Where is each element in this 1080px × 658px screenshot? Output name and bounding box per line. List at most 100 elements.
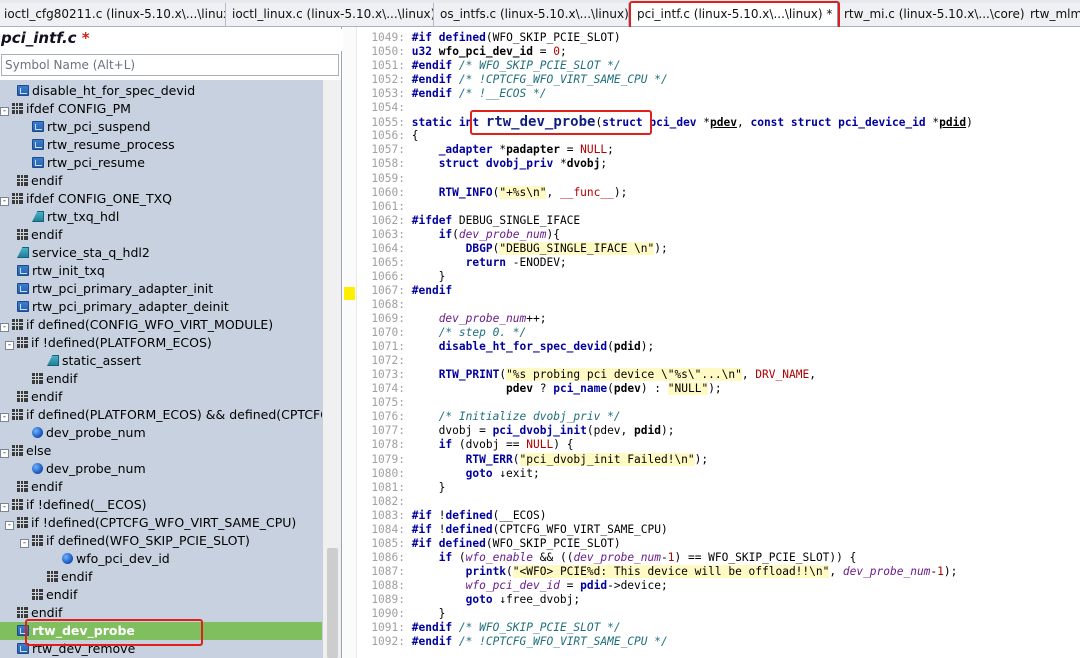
variable-icon (32, 463, 43, 474)
code-text: { (405, 129, 419, 143)
ifdef-icon (32, 373, 43, 384)
tree-item[interactable]: rtw_dev_probe (0, 622, 322, 640)
tab-os-intfs[interactable]: os_intfs.c (linux-5.10.x\...\linux) (434, 3, 629, 26)
tab-ioctl-linux[interactable]: ioctl_linux.c (linux-5.10.x\...\linux) (226, 3, 434, 26)
tree-item[interactable]: endif (0, 172, 322, 190)
line-number: 1064: (371, 241, 405, 255)
tree-item-label: rtw_dev_probe (32, 623, 135, 638)
tree-item[interactable]: static_assert (0, 352, 322, 370)
line-number: 1049: (371, 31, 405, 44)
line-number: 1051: (371, 59, 405, 73)
code-line: 1066: } (359, 270, 445, 284)
collapse-toggle-icon[interactable]: - (0, 323, 9, 332)
line-number: 1076: (371, 410, 405, 424)
tree-item[interactable]: - if defined(PLATFORM_ECOS) && defined(CP… (0, 406, 322, 424)
tree-item[interactable]: endif (0, 478, 322, 496)
tree-item[interactable]: disable_ht_for_spec_devid (0, 82, 322, 100)
collapse-toggle-icon[interactable]: - (20, 539, 29, 548)
tree-item[interactable]: dev_probe_num (0, 424, 322, 442)
tree-item[interactable]: rtw_pci_resume (0, 154, 322, 172)
tree-item[interactable]: - if !defined(__ECOS) (0, 496, 322, 514)
tree-item-label: ifdef CONFIG_PM (26, 101, 131, 116)
tree-item[interactable]: rtw_txq_hdl (0, 208, 322, 226)
code-text: goto ↓exit; (465, 466, 540, 480)
function-icon (32, 139, 44, 150)
code-line: 1056: { (359, 129, 418, 143)
tree-item[interactable]: rtw_pci_primary_adapter_deinit (0, 298, 322, 316)
tab-ioctl-cfg80211[interactable]: ioctl_cfg80211.c (linux-5.10.x\...\linux… (0, 3, 226, 26)
tree-item[interactable]: rtw_pci_suspend (0, 118, 322, 136)
line-number: 1092: (371, 635, 405, 649)
tree-item-label: rtw_dev_remove (32, 641, 136, 656)
tree-item[interactable]: rtw_resume_process (0, 136, 322, 154)
code-text: #if defined(WFO_SKIP_PCIE_SLOT) (411, 536, 621, 550)
collapse-toggle-icon[interactable]: - (0, 449, 9, 458)
tree-scrollbar[interactable] (322, 80, 341, 658)
tree-item[interactable]: service_sta_q_hdl2 (0, 244, 322, 262)
tree-item[interactable]: - if !defined(PLATFORM_ECOS) (0, 334, 322, 352)
tree-item[interactable]: endif (0, 388, 322, 406)
code-line: 1061: (359, 200, 412, 214)
code-line: 1051: #endif /* WFO_SKIP_PCIE_SLOT */ (359, 59, 621, 73)
tree-item[interactable]: - if defined(WFO_SKIP_PCIE_SLOT) (0, 532, 322, 550)
collapse-toggle-icon[interactable]: - (0, 503, 9, 512)
line-number: 1087: (371, 564, 405, 578)
tree-item-label: endif (31, 173, 63, 188)
line-number: 1056: (371, 129, 405, 143)
tab-rtw-mlme[interactable]: rtw_mlme.c (1024, 3, 1080, 26)
tree-item[interactable]: rtw_init_txq (0, 262, 322, 280)
code-line: 1060: RTW_INFO("+%s\n", __func__); (359, 185, 627, 200)
tree-item[interactable]: endif (0, 586, 322, 604)
ifdef-icon (12, 409, 23, 420)
code-editor[interactable]: 1049: #if defined(WFO_SKIP_PCIE_SLOT) 105… (343, 27, 1080, 658)
type-icon (32, 211, 44, 222)
collapse-toggle-icon[interactable]: - (0, 413, 9, 422)
tree-item[interactable]: - if defined(CONFIG_WFO_VIRT_MODULE) (0, 316, 322, 334)
code-text: } (405, 269, 446, 283)
line-number: 1066: (371, 269, 405, 283)
line-number: 1088: (371, 578, 405, 592)
function-icon (17, 625, 29, 636)
tree-item[interactable]: endif (0, 370, 322, 388)
tree-item[interactable]: wfo_pci_dev_id (0, 550, 322, 568)
scroll-thumb[interactable] (327, 548, 338, 658)
ifdef-icon (12, 319, 23, 330)
collapse-toggle-icon[interactable]: - (5, 341, 14, 350)
code-text: #endif /* WFO_SKIP_PCIE_SLOT */ (411, 59, 621, 73)
tree-item[interactable]: - else (0, 442, 322, 460)
line-number: 1090: (371, 607, 405, 621)
tree-item[interactable]: - ifdef CONFIG_ONE_TXQ (0, 190, 322, 208)
line-number: 1053: (371, 87, 405, 101)
tree-item[interactable]: rtw_dev_remove (0, 640, 322, 658)
file-title: pci_intf.c * (0, 29, 342, 51)
code-line: 1059: (359, 172, 412, 186)
tree-item[interactable]: endif (0, 226, 322, 244)
code-line: 1090: } (359, 607, 445, 621)
tree-item[interactable]: endif (0, 604, 322, 622)
line-number: 1067: (371, 283, 405, 297)
collapse-toggle-icon[interactable]: - (0, 197, 9, 206)
tree-item[interactable]: endif (0, 568, 322, 586)
code-line: 1080: goto ↓exit; (359, 466, 540, 481)
tab-rtw-mi[interactable]: rtw_mi.c (linux-5.10.x\...\core) (838, 3, 1030, 26)
symbol-search-input[interactable] (1, 54, 339, 76)
collapse-toggle-icon[interactable]: - (0, 107, 9, 116)
code-text: #endif /* WFO_SKIP_PCIE_SLOT */ (411, 621, 621, 635)
line-number: 1078: (371, 438, 405, 452)
collapse-toggle-icon[interactable]: - (5, 521, 14, 530)
ifdef-icon (32, 589, 43, 600)
code-line: 1055: static int rtw_dev_probe(struct pc… (359, 115, 973, 129)
ifdef-icon (17, 607, 28, 618)
ifdef-icon (47, 571, 58, 582)
tree-item[interactable]: - ifdef CONFIG_PM (0, 100, 322, 118)
ifdef-icon (17, 229, 28, 240)
tree-item[interactable]: rtw_pci_primary_adapter_init (0, 280, 322, 298)
tree-item[interactable]: - if !defined(CPTCFG_WFO_VIRT_SAME_CPU) (0, 514, 322, 532)
code-text: u32 wfo_pci_dev_id = 0; (411, 45, 567, 59)
tree-item-label: dev_probe_num (46, 425, 146, 440)
tree-item[interactable]: dev_probe_num (0, 460, 322, 478)
file-title-name: pci_intf.c (1, 29, 77, 47)
tab-pci-intf[interactable]: pci_intf.c (linux-5.10.x\...\linux) *× (630, 2, 838, 26)
